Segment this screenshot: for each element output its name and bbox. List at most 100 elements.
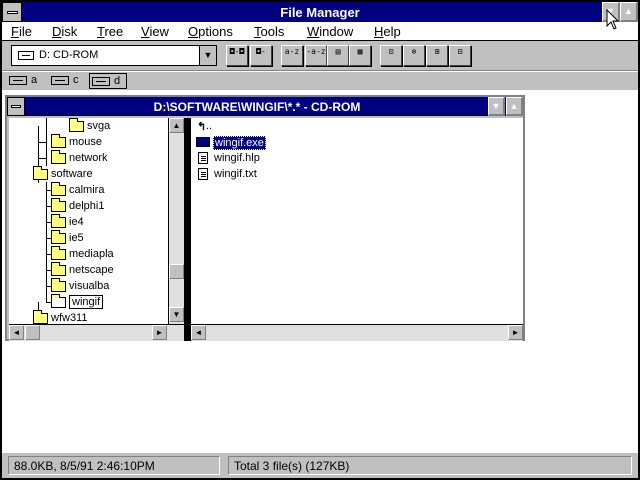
menu-tree[interactable]: Tree: [97, 24, 123, 39]
mouse-cursor-icon: [606, 9, 620, 30]
scroll-right-button[interactable]: ►: [152, 325, 167, 340]
menu-view-label: View: [141, 24, 169, 39]
directory-tree-pane[interactable]: svga mouse network software calmira delp…: [9, 118, 185, 341]
tree-item-label: network: [69, 152, 108, 164]
maximize-icon: ▲: [509, 101, 519, 111]
sort-by-name-button[interactable]: a-z: [281, 45, 303, 66]
disconnect-drive-button[interactable]: ◘-: [250, 45, 272, 66]
title-bar[interactable]: File Manager ▼ ▲: [2, 2, 638, 22]
menu-help[interactable]: Help: [374, 24, 401, 39]
arrow-right-icon: ►: [511, 328, 520, 337]
drive-combo-value: D: CD-ROM: [39, 49, 99, 61]
document-icon: [198, 168, 208, 180]
scroll-thumb[interactable]: [169, 264, 184, 279]
menu-options[interactable]: Options: [188, 24, 233, 39]
tree-item-label: mouse: [69, 136, 103, 148]
tree-item-label: ie5: [69, 232, 84, 244]
tree-item-label: wingif: [69, 295, 104, 309]
tree-vertical-scrollbar[interactable]: ▲ ▼: [168, 118, 184, 324]
menu-tools[interactable]: Tools: [254, 24, 284, 39]
hard-drive-icon: [51, 76, 69, 85]
menu-tree-label: Tree: [97, 24, 124, 39]
arrow-right-icon: ►: [155, 328, 164, 337]
folder-icon: [51, 214, 66, 228]
floppy-drive-icon: [9, 76, 27, 85]
sort-by-name-icon: a-z: [284, 47, 300, 56]
cdrom-drive-icon: [92, 77, 110, 86]
disconnect-drive-icon: ◘-: [256, 47, 266, 56]
directory-window: D:\SOFTWARE\WINGIF\*.* - CD-ROM ▼ ▲ svga: [5, 95, 525, 341]
menu-view[interactable]: View: [141, 24, 169, 39]
file-item-label: wingif.hlp: [214, 152, 260, 164]
file-list-pane[interactable]: ↰ .. wingif.exe wingif.hlp wingif.txt ◄ …: [191, 118, 523, 341]
folder-icon: [51, 278, 66, 292]
maximize-button[interactable]: ▲: [620, 2, 638, 22]
arrow-left-icon: ◄: [194, 328, 203, 337]
menu-file-label: File: [11, 24, 32, 39]
arrow-down-icon: ▼: [172, 310, 181, 319]
arrow-left-icon: ◄: [12, 328, 21, 337]
drive-c[interactable]: c: [49, 73, 85, 89]
sort-by-type-button[interactable]: -a-z: [305, 45, 327, 66]
menu-file[interactable]: File: [11, 24, 32, 39]
tree-connector: [38, 142, 47, 143]
drive-a[interactable]: a: [7, 73, 43, 89]
menu-help-label: Help: [374, 24, 401, 39]
menu-bar: File Disk Tree View Options Tools Window…: [2, 22, 638, 41]
child-system-menu-button[interactable]: [7, 97, 25, 116]
stop-sharing-button[interactable]: ⊟: [449, 45, 471, 66]
document-icon: [198, 152, 208, 164]
tree-horizontal-scrollbar[interactable]: ◄ ►: [9, 324, 184, 341]
child-minimize-button[interactable]: ▼: [488, 97, 505, 116]
connect-drive-button[interactable]: ◘-◘: [226, 45, 248, 66]
scroll-left-button[interactable]: ◄: [191, 325, 206, 340]
scroll-right-button[interactable]: ►: [508, 325, 523, 340]
maximize-icon: ▲: [624, 6, 633, 16]
drive-d-label: d: [114, 75, 121, 87]
cdrom-drive-icon: [18, 51, 34, 60]
drive-bar: a c d: [2, 72, 638, 90]
status-bar: 88.0KB, 8/5/91 2:46:10PM Total 3 file(s)…: [2, 452, 638, 478]
scroll-left-button[interactable]: ◄: [9, 325, 24, 340]
menu-disk-label: Disk: [52, 24, 78, 39]
drive-combo-dropdown-button[interactable]: ▼: [199, 46, 216, 65]
folder-icon: [69, 118, 84, 132]
view-details-button[interactable]: ▦: [349, 45, 371, 66]
folder-icon: [33, 310, 48, 324]
drive-c-label: c: [73, 74, 79, 86]
tree-item-label: wfw311: [51, 312, 88, 324]
tree-connector: [46, 182, 47, 302]
drive-d[interactable]: d: [89, 73, 127, 89]
stop-sharing-icon: ⊟: [457, 47, 463, 56]
share-as-button[interactable]: ⊕: [403, 45, 425, 66]
menu-window[interactable]: Window: [307, 24, 353, 39]
window-title: File Manager: [280, 5, 360, 20]
system-menu-icon: [11, 105, 21, 108]
parent-directory-label: ..: [206, 120, 213, 132]
directory-window-title-bar[interactable]: D:\SOFTWARE\WINGIF\*.* - CD-ROM ▼ ▲: [7, 97, 523, 116]
status-total-info: Total 3 file(s) (127KB): [228, 456, 632, 475]
tree-item-label: ie4: [69, 216, 84, 228]
status-selection-info: 88.0KB, 8/5/91 2:46:10PM: [8, 456, 220, 475]
tree-item-label: mediapla: [69, 248, 114, 260]
program-icon: [196, 137, 210, 147]
menu-tools-label: Tools: [254, 24, 285, 39]
connect-network-button[interactable]: ⊡: [380, 45, 402, 66]
view-name-button[interactable]: ▤: [327, 45, 349, 66]
view-details-icon: ▦: [357, 47, 363, 56]
print-button[interactable]: ⊞: [426, 45, 448, 66]
arrow-up-icon: ▲: [172, 121, 181, 130]
scroll-up-button[interactable]: ▲: [169, 118, 184, 133]
tree-item-label: delphi1: [69, 200, 105, 212]
menu-disk[interactable]: Disk: [52, 24, 77, 39]
print-icon: ⊞: [434, 47, 440, 56]
file-horizontal-scrollbar[interactable]: ◄ ►: [191, 324, 523, 341]
drive-combo[interactable]: D: CD-ROM ▼: [11, 45, 217, 66]
view-name-icon: ▤: [335, 47, 341, 56]
scroll-down-button[interactable]: ▼: [169, 307, 184, 322]
tree-connector: [38, 158, 47, 159]
scroll-thumb[interactable]: [25, 325, 40, 340]
child-maximize-button[interactable]: ▲: [506, 97, 523, 116]
folder-icon: [51, 134, 66, 148]
connect-drive-icon: ◘-◘: [229, 47, 245, 56]
